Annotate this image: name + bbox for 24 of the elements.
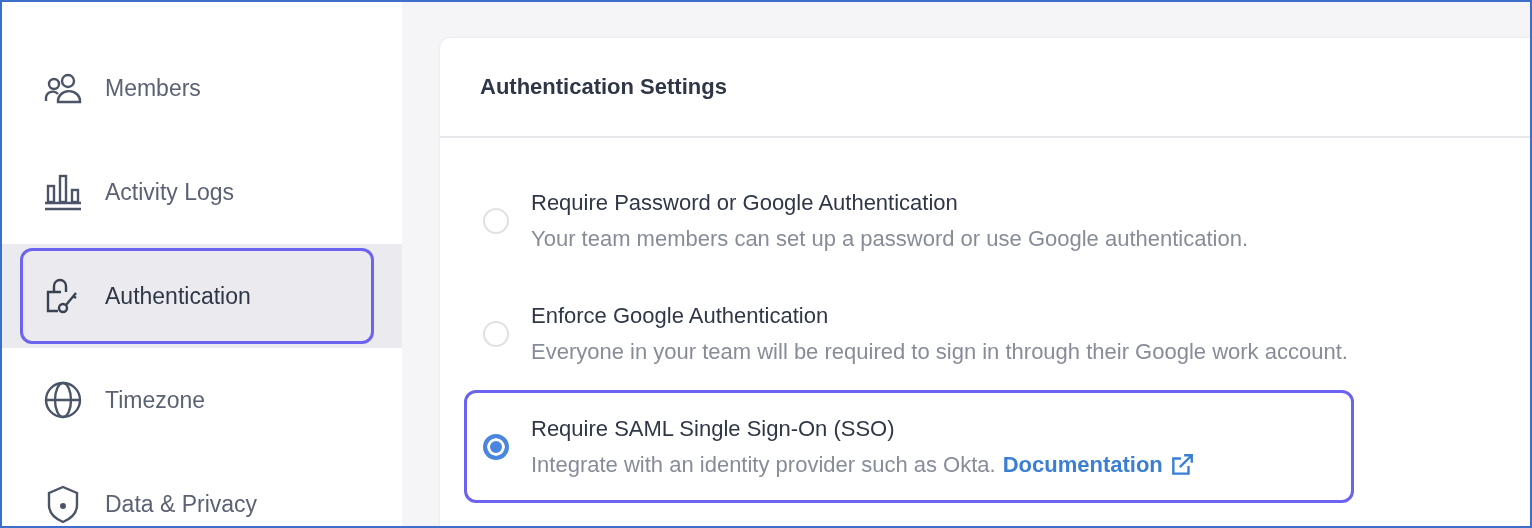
auth-option[interactable]: Enforce Google Authentication Everyone in your team will be required to sign in through their Google work account. [464, 277, 1354, 390]
sidebar-label: Members [105, 74, 201, 102]
option-title: Require Password or Google Authentication [531, 189, 959, 216]
sidebar-item[interactable]: Timezone [20, 352, 374, 448]
sidebar-item[interactable]: Authentication [20, 248, 374, 344]
sidebar-item[interactable]: Activity Logs [20, 144, 374, 240]
sidebar-label: Data & Privacy [105, 490, 258, 518]
sidebar-label: Timezone [105, 386, 206, 414]
bar-chart-icon [43, 172, 83, 212]
radio-button[interactable] [483, 433, 509, 460]
card-title: Authentication Settings [480, 74, 727, 100]
sidebar-item[interactable]: Data & Privacy [20, 456, 374, 526]
sidebar-label: Authentication [105, 282, 251, 310]
option-description: Everyone in your team will be required to sign in through their Google work account. [531, 338, 1348, 364]
option-title: Enforce Google Authentication [531, 302, 830, 329]
option-title: Require SAML Single Sign-On (SSO) [531, 415, 896, 442]
documentation-link[interactable]: Documentation [1002, 451, 1195, 478]
globe-icon [43, 380, 83, 420]
option-description: Integrate with an identity provider such as Okta. [531, 451, 996, 477]
sidebar-item[interactable]: Members [20, 40, 374, 136]
sidebar-label: Activity Logs [105, 178, 235, 206]
auth-option[interactable]: Require SAML Single Sign-On (SSO) Integrate with an identity provider such as Okta. Documentation [464, 390, 1354, 503]
option-description: Your team members can set up a password or use Google authentication. [531, 225, 1249, 251]
auth-option[interactable]: Require Password or Google Authentication Your team members can set up a password or use Google authentication. [464, 164, 1354, 277]
